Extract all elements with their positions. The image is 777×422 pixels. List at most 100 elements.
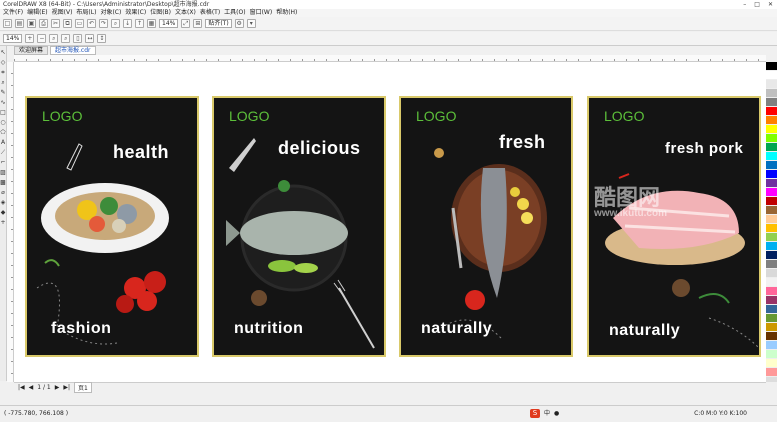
palette-swatch[interactable] [766, 215, 777, 224]
palette-swatch[interactable] [766, 188, 777, 197]
zoom-tool-icon[interactable]: ⌕ [0, 80, 6, 86]
options-gear-icon[interactable]: ⚙ [234, 19, 244, 28]
zoom-width-icon[interactable]: ↔ [85, 34, 95, 43]
menu-item-object[interactable]: 对象(C) [100, 9, 121, 17]
rulers-icon[interactable]: ⊞ [193, 19, 203, 28]
maximize-icon[interactable]: □ [754, 0, 760, 9]
eyedropper-icon[interactable]: ⌀ [0, 190, 6, 196]
transparency-icon[interactable]: ▩ [0, 180, 6, 186]
open-icon[interactable]: ▤ [15, 19, 24, 28]
paste-icon[interactable]: ▭ [75, 19, 84, 28]
add-tool-icon[interactable]: + [0, 220, 6, 226]
ellipse-tool-icon[interactable]: ○ [0, 120, 6, 126]
zoom-height-icon[interactable]: ↕ [97, 34, 107, 43]
save-icon[interactable]: ▣ [27, 19, 36, 28]
ime-mode-icon[interactable]: 中 [544, 409, 550, 418]
palette-swatch[interactable] [766, 143, 777, 152]
cut-icon[interactable]: ✂ [51, 19, 60, 28]
zoom-in-icon[interactable]: + [25, 34, 35, 43]
snap-to-dropdown[interactable]: 贴齐(T) [205, 19, 232, 28]
menu-item-bitmaps[interactable]: 位图(B) [150, 9, 171, 17]
palette-swatch[interactable] [766, 359, 777, 368]
close-icon[interactable]: ✕ [768, 0, 773, 9]
palette-swatch[interactable] [766, 206, 777, 215]
palette-swatch[interactable] [766, 224, 777, 233]
palette-swatch[interactable] [766, 368, 777, 377]
poster-delicious[interactable]: LOGO delicious nutrition [212, 96, 386, 357]
zoom-level-select[interactable]: 14% [159, 19, 179, 28]
tab-welcome[interactable]: 欢迎屏幕 [14, 46, 49, 55]
palette-swatch[interactable] [766, 197, 777, 206]
palette-swatch[interactable] [766, 314, 777, 323]
palette-swatch[interactable] [766, 305, 777, 314]
palette-swatch[interactable] [766, 287, 777, 296]
palette-swatch[interactable] [766, 278, 777, 287]
artistic-media-icon[interactable]: ∿ [0, 100, 6, 106]
horizontal-ruler[interactable] [14, 55, 766, 62]
zoom-all-icon[interactable]: ⌕ [61, 34, 71, 43]
palette-swatch[interactable] [766, 98, 777, 107]
poster-fresh[interactable]: LOGO fresh naturally [399, 96, 573, 357]
ime-logo-icon[interactable]: S [530, 409, 540, 418]
palette-swatch[interactable] [766, 251, 777, 260]
last-page-icon[interactable]: ▶| [63, 384, 70, 391]
palette-swatch[interactable] [766, 116, 777, 125]
ime-mic-icon[interactable]: ● [554, 409, 559, 418]
vertical-ruler[interactable] [7, 62, 14, 382]
palette-swatch[interactable] [766, 134, 777, 143]
palette-swatch[interactable] [766, 332, 777, 341]
freehand-tool-icon[interactable]: ✎ [0, 90, 6, 96]
palette-swatch[interactable] [766, 179, 777, 188]
new-document-icon[interactable]: □ [3, 19, 12, 28]
print-icon[interactable]: ⎙ [39, 19, 48, 28]
redo-icon[interactable]: ↷ [99, 19, 108, 28]
palette-swatch[interactable] [766, 152, 777, 161]
app-launcher-icon[interactable]: ▦ [147, 19, 156, 28]
text-tool-icon[interactable]: A [0, 140, 6, 146]
palette-swatch[interactable] [766, 125, 777, 134]
copy-icon[interactable]: ⧉ [63, 19, 72, 28]
import-icon[interactable]: ↓ [123, 19, 132, 28]
interactive-fill-icon[interactable]: ◈ [0, 200, 6, 206]
menu-item-file[interactable]: 文件(F) [3, 9, 23, 17]
drawing-canvas[interactable]: LOGO health fashion LOGO delicious nutri… [14, 62, 766, 382]
palette-swatch[interactable] [766, 242, 777, 251]
palette-swatch[interactable] [766, 170, 777, 179]
menu-item-help[interactable]: 帮助(H) [276, 9, 297, 17]
poster-health[interactable]: LOGO health fashion [25, 96, 199, 357]
palette-swatch[interactable] [766, 260, 777, 269]
polygon-tool-icon[interactable]: ⬠ [0, 130, 6, 136]
palette-swatch[interactable] [766, 71, 777, 80]
first-page-icon[interactable]: |◀ [18, 384, 25, 391]
palette-swatch[interactable] [766, 80, 777, 89]
page-tab[interactable]: 页1 [74, 382, 92, 393]
zoom-page-icon[interactable]: ▯ [73, 34, 83, 43]
menu-item-effects[interactable]: 效果(C) [125, 9, 146, 17]
menu-item-tools[interactable]: 工具(O) [224, 9, 245, 17]
palette-swatch[interactable] [766, 62, 777, 71]
palette-swatch[interactable] [766, 161, 777, 170]
tab-document[interactable]: 超市海报.cdr [50, 46, 96, 55]
palette-swatch[interactable] [766, 350, 777, 359]
palette-swatch[interactable] [766, 323, 777, 332]
smart-fill-icon[interactable]: ◆ [0, 210, 6, 216]
menu-item-window[interactable]: 窗口(W) [250, 9, 273, 17]
palette-swatch[interactable] [766, 233, 777, 242]
palette-swatch[interactable] [766, 269, 777, 278]
drop-shadow-icon[interactable]: ▨ [0, 170, 6, 176]
connector-tool-icon[interactable]: ⌐ [0, 160, 6, 166]
full-screen-icon[interactable]: ⤢ [181, 19, 191, 28]
zoom-selected-icon[interactable]: ⌕ [49, 34, 59, 43]
minimize-icon[interactable]: – [743, 0, 746, 9]
menu-item-edit[interactable]: 编辑(E) [27, 9, 47, 17]
pick-tool-icon[interactable]: ↖ [0, 50, 6, 56]
palette-swatch[interactable] [766, 107, 777, 116]
poster-fresh-pork[interactable]: LOGO fresh pork naturally [587, 96, 761, 357]
zoom-out-icon[interactable]: − [37, 34, 47, 43]
menu-item-table[interactable]: 表格(T) [200, 9, 220, 17]
palette-swatch[interactable] [766, 296, 777, 305]
export-icon[interactable]: ↑ [135, 19, 144, 28]
undo-icon[interactable]: ↶ [87, 19, 96, 28]
launch-icon[interactable]: ▾ [246, 19, 256, 28]
zoom-levels-select[interactable]: 14% [3, 34, 23, 43]
